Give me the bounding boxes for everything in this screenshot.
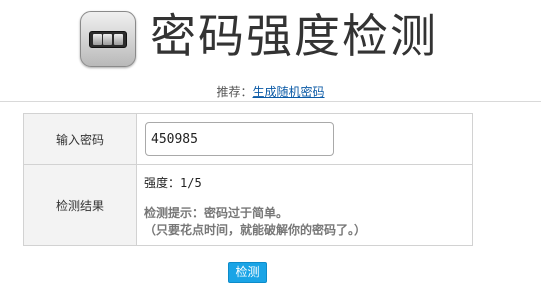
page-title: 密码强度检测 bbox=[150, 9, 438, 63]
strength-line: 强度：1/5 bbox=[144, 174, 472, 191]
hint-line-1: 检测提示：密码过于简单。 bbox=[144, 206, 289, 220]
recommend-prefix: 推荐： bbox=[216, 85, 253, 99]
password-row: 输入密码 bbox=[23, 113, 473, 165]
generate-random-password-link[interactable]: 生成随机密码 bbox=[253, 85, 325, 99]
recommend-line: 推荐：生成随机密码 bbox=[0, 83, 541, 100]
check-button[interactable]: 检测 bbox=[228, 262, 267, 283]
strength-score: 1/5 bbox=[180, 176, 202, 190]
result-label: 检测结果 bbox=[23, 164, 137, 246]
password-input-cell bbox=[136, 113, 473, 165]
page-header: 密码强度检测 bbox=[0, 0, 541, 80]
combination-lock-icon bbox=[89, 31, 127, 48]
result-cell: 强度：1/5 检测提示：密码过于简单。 （只要花点时间，就能破解你的密码了。） bbox=[136, 164, 473, 246]
password-check-form: 输入密码 检测结果 强度：1/5 检测提示：密码过于简单。 （只要花点时间，就能… bbox=[23, 113, 473, 246]
strength-prefix: 强度： bbox=[144, 176, 181, 190]
hint-text: 检测提示：密码过于简单。 （只要花点时间，就能破解你的密码了。） bbox=[144, 205, 472, 239]
result-row: 检测结果 强度：1/5 检测提示：密码过于简单。 （只要花点时间，就能破解你的密… bbox=[23, 164, 473, 246]
password-label: 输入密码 bbox=[23, 113, 137, 165]
password-input[interactable] bbox=[145, 122, 334, 156]
divider bbox=[0, 101, 541, 102]
password-lock-icon bbox=[80, 11, 136, 67]
hint-line-2: （只要花点时间，就能破解你的密码了。） bbox=[144, 223, 367, 237]
